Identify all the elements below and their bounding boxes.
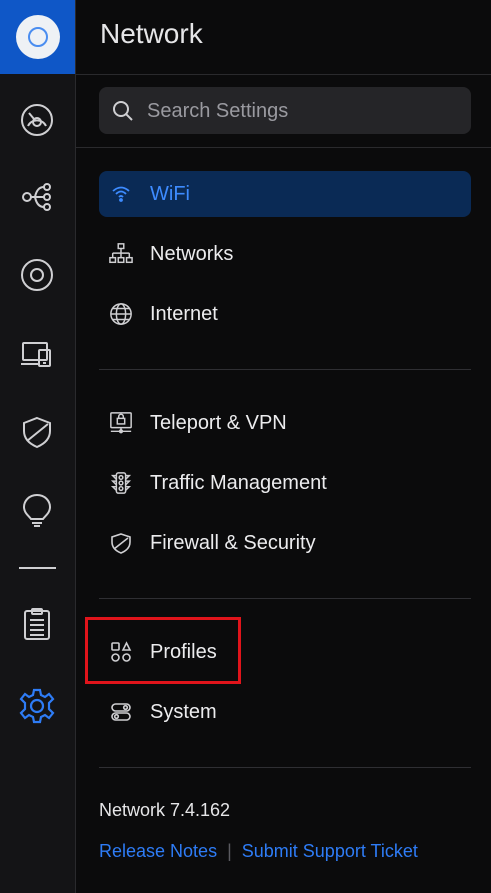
search-box[interactable] [99, 87, 471, 136]
app-rail [0, 0, 76, 893]
nav-item-label: Firewall & Security [150, 531, 316, 554]
clients-icon[interactable] [17, 334, 57, 374]
search-icon [111, 99, 135, 128]
shield-icon [109, 531, 133, 555]
traffic-light-icon [109, 471, 133, 495]
ubiquiti-logo-icon [15, 15, 60, 59]
system-icon [109, 700, 133, 724]
security-icon[interactable] [17, 412, 57, 452]
logs-icon[interactable] [17, 604, 57, 644]
nav-item-label: Networks [150, 242, 234, 265]
footer-links: Release Notes | Submit Support Ticket [99, 841, 418, 862]
nav-separator [99, 369, 471, 370]
networks-icon [109, 242, 133, 266]
nav-item-label: Traffic Management [150, 471, 327, 494]
vpn-icon [109, 411, 133, 435]
wifi-icon [109, 182, 133, 206]
nav-separator [99, 767, 471, 768]
nav-item-networks[interactable]: Networks [99, 231, 471, 277]
header: Network [76, 0, 491, 75]
search-divider [76, 147, 491, 148]
search-input[interactable] [145, 87, 459, 136]
rail-divider [19, 567, 56, 569]
nav-item-label: Teleport & VPN [150, 411, 287, 434]
nav-item-firewall-security[interactable]: Firewall & Security [99, 520, 471, 566]
dashboard-icon[interactable] [17, 100, 57, 140]
release-notes-link[interactable]: Release Notes [99, 841, 217, 862]
nav-item-teleport-vpn[interactable]: Teleport & VPN [99, 400, 471, 446]
nav-item-wifi[interactable]: WiFi [99, 171, 471, 217]
nav-item-internet[interactable]: Internet [99, 291, 471, 337]
nav-item-label: WiFi [150, 182, 190, 205]
settings-icon[interactable] [17, 686, 57, 726]
nav-item-label: System [150, 700, 217, 723]
profiles-highlight-box [85, 617, 241, 684]
footer-separator: | [227, 841, 232, 861]
nav-item-label: Internet [150, 302, 218, 325]
app-logo-button[interactable] [0, 0, 75, 74]
version-label: Network 7.4.162 [99, 800, 231, 820]
insights-icon[interactable] [17, 490, 57, 530]
nav-item-system[interactable]: System [99, 689, 471, 735]
submit-support-ticket-link[interactable]: Submit Support Ticket [242, 841, 418, 862]
nav-separator [99, 598, 471, 599]
topology-icon[interactable] [17, 177, 57, 217]
page-title: Network [100, 18, 203, 49]
nav-item-traffic-management[interactable]: Traffic Management [99, 460, 471, 506]
globe-icon [109, 302, 133, 326]
devices-icon[interactable] [17, 255, 57, 295]
